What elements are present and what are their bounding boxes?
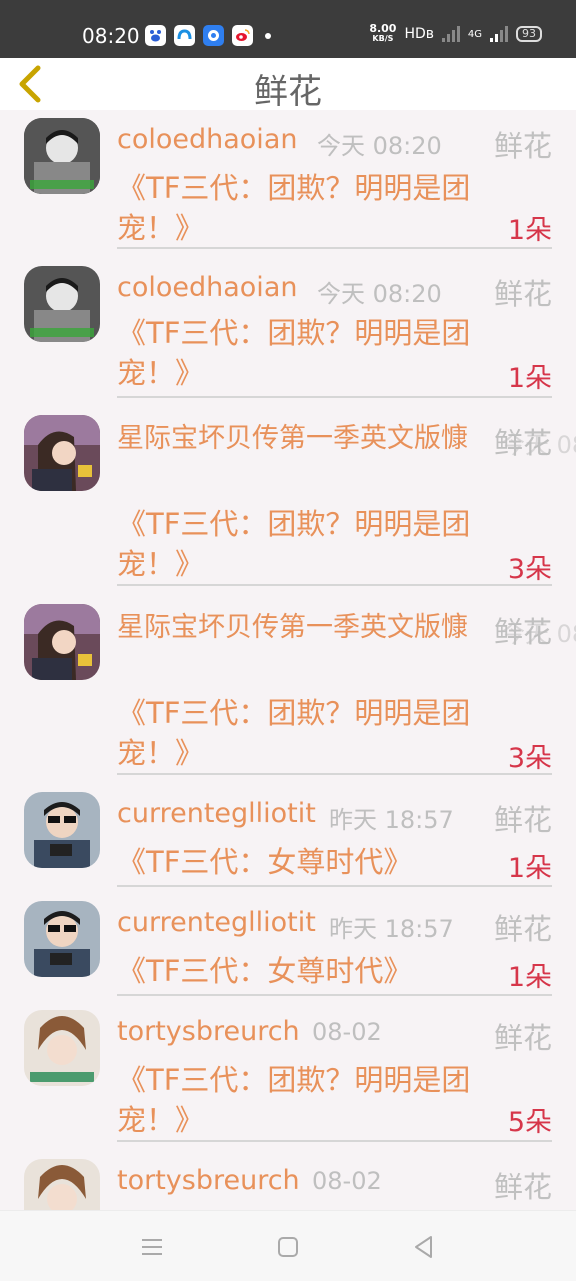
username[interactable]: 星际宝坏贝传第一季英文版慷 (117, 419, 492, 459)
book-title[interactable]: 《TF三代：团欺？明明是团宠！》 (117, 168, 497, 248)
divider (117, 773, 552, 775)
book-title[interactable]: 《TF三代：团欺？明明是团宠！》 (117, 504, 497, 584)
list-item[interactable]: tortysbreurch 08-02 鲜花 《TF三代：团欺？明明是团宠！》 … (0, 1002, 576, 1142)
divider (117, 584, 552, 586)
timestamp: 08-02 (312, 1018, 382, 1046)
avatar[interactable] (24, 415, 100, 491)
divider (117, 994, 552, 996)
book-title[interactable]: 《TF三代：女尊时代》 (117, 951, 497, 991)
status-time: 08:20 (82, 24, 140, 48)
divider (117, 396, 552, 398)
username[interactable]: tortysbreurch (117, 1016, 300, 1047)
flower-count: 1朵 (507, 853, 552, 884)
username[interactable]: 星际宝坏贝传第一季英文版慷 (117, 608, 492, 648)
gift-type: 鲜花 (493, 1021, 552, 1055)
page-title: 鲜花 (254, 72, 322, 112)
divider (117, 1140, 552, 1142)
timestamp: 今天 08:20 (317, 280, 442, 308)
timestamp: 08-02 (312, 1167, 382, 1195)
menu-button[interactable] (138, 1233, 166, 1261)
back-nav-button[interactable] (410, 1233, 438, 1261)
triangle-back-icon (415, 1236, 432, 1258)
list-item[interactable]: 星际宝坏贝传第一季英文版慷 鲜花 今天 08:20 《TF三代：团欺？明明是团宠… (0, 596, 576, 776)
gift-type: 鲜花 (493, 1170, 552, 1204)
system-nav-bar (0, 1210, 576, 1281)
net-speed-value: 8.00 (369, 22, 397, 35)
home-button[interactable] (274, 1233, 302, 1261)
notification-dot (265, 32, 271, 39)
app-header: 鲜花 (0, 58, 576, 112)
list-item[interactable]: currenteglliotit 昨天 18:57 鲜花 《TF三代：女尊时代》… (0, 784, 576, 888)
baidu-app-icon (145, 25, 166, 46)
list-item[interactable]: currenteglliotit 昨天 18:57 鲜花 《TF三代：女尊时代》… (0, 893, 576, 997)
gift-type: 鲜花 (493, 277, 552, 311)
menu-icon (142, 1239, 162, 1255)
book-title[interactable]: 《TF三代：团欺？明明是团宠！》 (117, 313, 497, 393)
gift-type: 鲜花 (493, 912, 552, 946)
flower-count: 5朵 (507, 1107, 552, 1138)
avatar[interactable] (24, 1159, 100, 1210)
list-item[interactable]: tortysbreurch 08-02 鲜花 (0, 1151, 576, 1210)
timestamp: 昨天 18:57 (329, 915, 454, 943)
list-item[interactable]: coloedhaoian 今天 08:20 鲜花 《TF三代：团欺？明明是团宠！… (0, 258, 576, 398)
avatar[interactable] (24, 1010, 100, 1086)
signal-1-icon (441, 26, 460, 42)
status-app-icons (145, 25, 271, 46)
flower-gift-list[interactable]: coloedhaoian 今天 08:20 鲜花 《TF三代：团欺？明明是团宠！… (0, 110, 576, 1210)
gift-type: 鲜花 (493, 803, 552, 837)
hd-label: HDʙ (404, 26, 434, 42)
username[interactable]: currenteglliotit (117, 907, 316, 938)
divider (117, 247, 552, 249)
flower-count: 3朵 (507, 554, 552, 585)
avatar[interactable] (24, 901, 100, 977)
net-speed-unit: KB/S (372, 34, 394, 43)
home-icon (278, 1237, 298, 1257)
gift-type: 鲜花 (493, 129, 552, 163)
book-title[interactable]: 《TF三代：团欺？明明是团宠！》 (117, 693, 497, 773)
avatar[interactable] (24, 604, 100, 680)
weibo-app-icon (232, 25, 253, 46)
timestamp: 今天 08:20 (501, 620, 576, 648)
flower-count: 3朵 (507, 743, 552, 774)
browser-app-icon (203, 25, 224, 46)
timestamp: 今天 08:20 (501, 431, 576, 459)
book-title[interactable]: 《TF三代：团欺？明明是团宠！》 (117, 1060, 497, 1140)
timestamp: 今天 08:20 (317, 132, 442, 160)
cloud-app-icon (174, 25, 195, 46)
net-speed: 8.00 KB/S (369, 22, 397, 44)
list-item[interactable]: 星际宝坏贝传第一季英文版慷 鲜花 今天 08:20 《TF三代：团欺？明明是团宠… (0, 407, 576, 587)
username[interactable]: coloedhaoian (117, 124, 297, 155)
timestamp: 昨天 18:57 (329, 806, 454, 834)
status-bar: 08:20 8.00 KB/S HDʙ 4G 93 (0, 0, 576, 58)
divider (117, 885, 552, 887)
username[interactable]: coloedhaoian (117, 272, 297, 303)
status-indicators: 8.00 KB/S HDʙ 4G 93 (369, 22, 542, 44)
flower-count: 1朵 (507, 215, 552, 246)
avatar[interactable] (24, 266, 100, 342)
list-item[interactable]: coloedhaoian 今天 08:20 鲜花 《TF三代：团欺？明明是团宠！… (0, 110, 576, 250)
flower-count: 1朵 (507, 363, 552, 394)
battery-indicator: 93 (516, 26, 542, 42)
username[interactable]: tortysbreurch (117, 1165, 300, 1196)
book-title[interactable]: 《TF三代：女尊时代》 (117, 842, 497, 882)
avatar[interactable] (24, 792, 100, 868)
username[interactable]: currenteglliotit (117, 798, 316, 829)
flower-count: 1朵 (507, 962, 552, 993)
signal-2-icon (490, 26, 508, 42)
network-type: 4G (467, 28, 482, 40)
avatar[interactable] (24, 118, 100, 194)
